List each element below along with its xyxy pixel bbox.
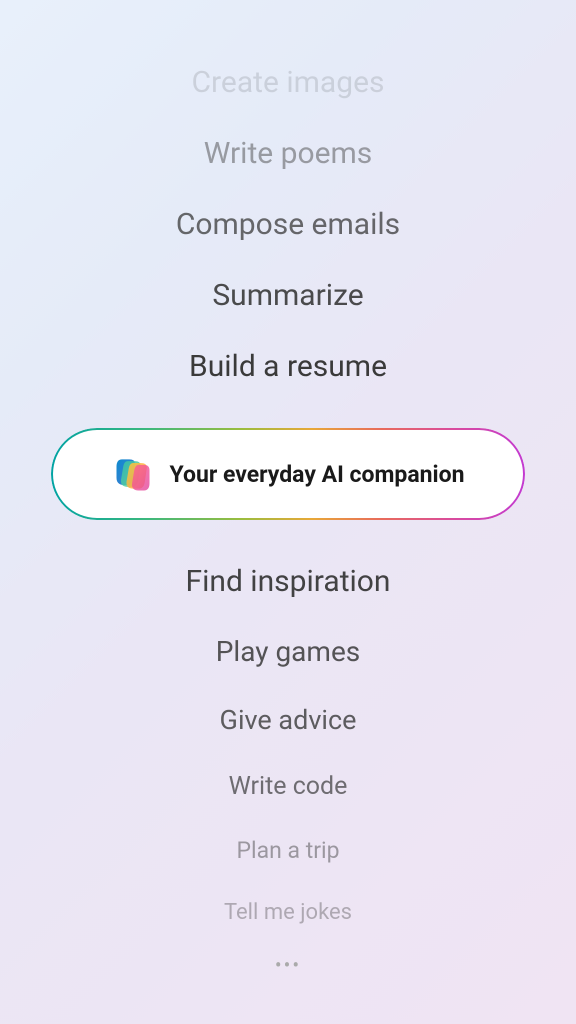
suggestion-find-inspiration[interactable]: Find inspiration [186,564,391,599]
suggestion-write-code[interactable]: Write code [229,772,348,801]
suggestion-summarize[interactable]: Summarize [212,278,363,313]
ellipsis-icon: ••• [275,953,301,977]
suggestion-create-images[interactable]: Create images [192,65,385,100]
suggestion-compose-emails[interactable]: Compose emails [176,207,400,242]
suggestion-build-resume[interactable]: Build a resume [189,349,387,384]
companion-label: Your everyday AI companion [169,461,464,488]
suggestion-plan-trip[interactable]: Plan a trip [236,837,339,864]
suggestion-tell-jokes[interactable]: Tell me jokes [224,900,352,925]
suggestion-write-poems[interactable]: Write poems [204,136,373,171]
suggestion-play-games[interactable]: Play games [216,635,361,668]
companion-button[interactable]: Your everyday AI companion [53,430,523,518]
suggestions-list: Create images Write poems Compose emails… [0,47,576,977]
suggestion-give-advice[interactable]: Give advice [220,704,357,736]
copilot-icon [111,452,155,496]
